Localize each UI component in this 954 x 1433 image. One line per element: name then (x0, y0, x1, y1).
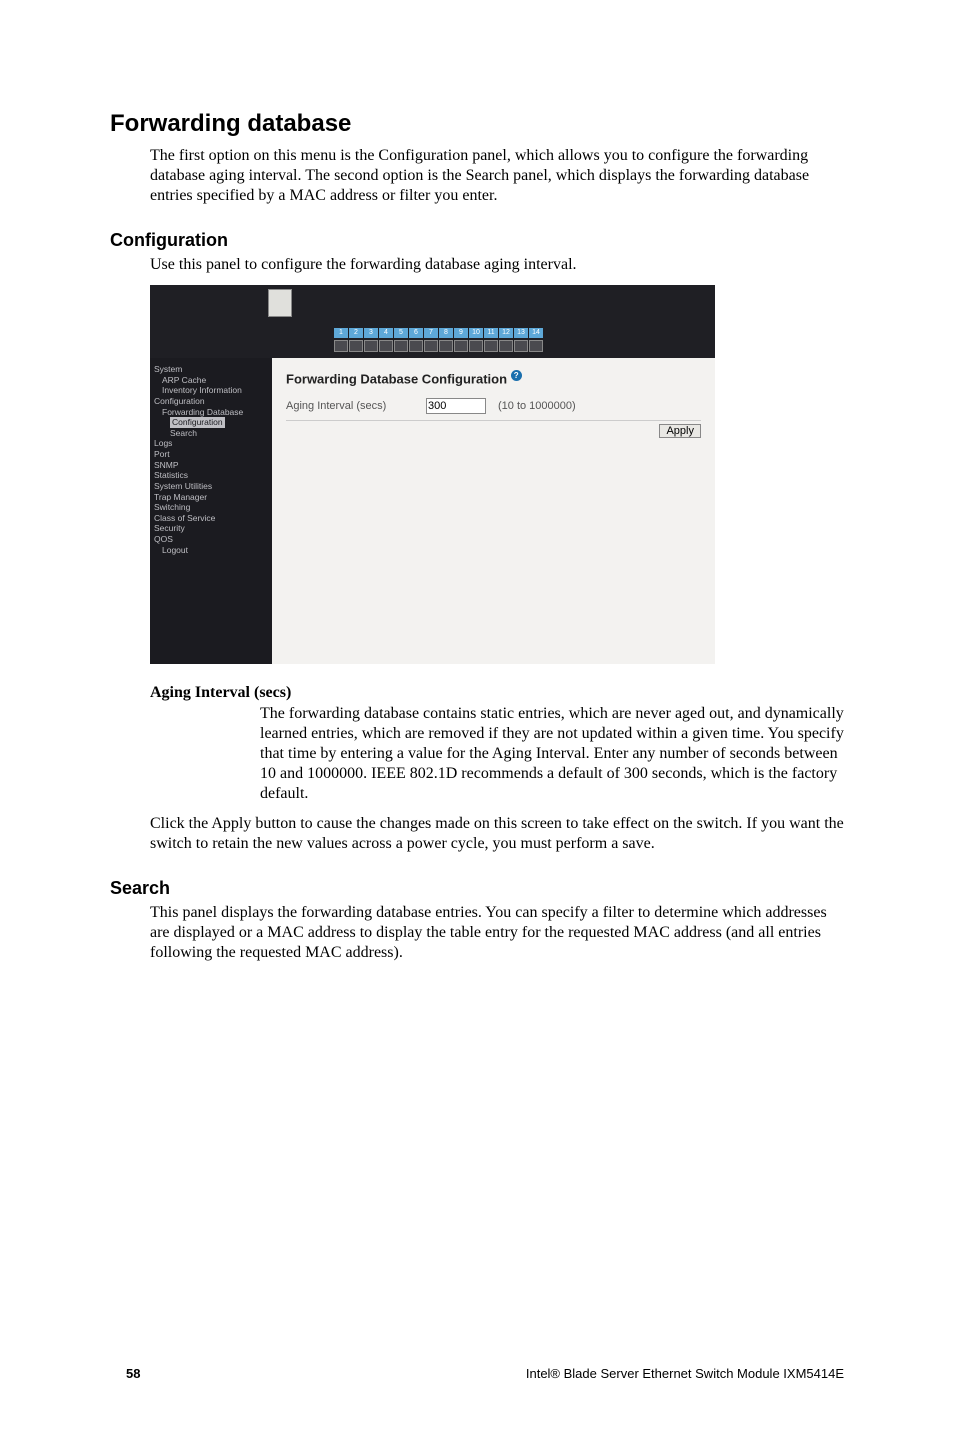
help-icon[interactable]: ? (511, 370, 522, 381)
nav-item[interactable]: Forwarding Database (154, 407, 268, 418)
aging-interval-input[interactable] (426, 398, 486, 414)
nav-item[interactable]: SNMP (154, 460, 268, 471)
nav-item[interactable]: Security (154, 523, 268, 534)
footer-doc-title: Intel® Blade Server Ethernet Switch Modu… (526, 1366, 844, 1381)
port-box (499, 340, 513, 352)
port-num: 9 (454, 328, 468, 338)
heading-configuration: Configuration (110, 230, 844, 251)
main-panel: Forwarding Database Configuration ? Agin… (272, 358, 715, 664)
port-box (349, 340, 363, 352)
port-num: 11 (484, 328, 498, 338)
port-num: 7 (424, 328, 438, 338)
aging-interval-definition: The forwarding database contains static … (260, 704, 844, 804)
port-box (484, 340, 498, 352)
port-box (379, 340, 393, 352)
nav-item[interactable]: Configuration (170, 417, 225, 428)
port-box (364, 340, 378, 352)
port-box (424, 340, 438, 352)
nav-item[interactable]: QOS (154, 534, 268, 545)
nav-item[interactable]: Inventory Information (154, 385, 268, 396)
nav-item[interactable]: System Utilities (154, 481, 268, 492)
port-num: 13 (514, 328, 528, 338)
nav-item[interactable]: ARP Cache (154, 375, 268, 386)
device-logo-icon (268, 289, 292, 317)
panel-title: Forwarding Database Configuration ? (286, 370, 701, 386)
port-box (394, 340, 408, 352)
port-num: 2 (349, 328, 363, 338)
aging-interval-term: Aging Interval (secs) (150, 684, 844, 702)
nav-item[interactable]: Switching (154, 502, 268, 513)
port-num: 12 (499, 328, 513, 338)
search-paragraph: This panel displays the forwarding datab… (150, 903, 844, 963)
port-number-strip: 1234567891011121314 (334, 328, 543, 338)
heading-forwarding-database: Forwarding database (110, 110, 844, 138)
nav-item[interactable]: Search (154, 428, 268, 439)
port-num: 3 (364, 328, 378, 338)
heading-search: Search (110, 878, 844, 899)
port-box (454, 340, 468, 352)
port-box (334, 340, 348, 352)
nav-item[interactable]: Configuration (154, 396, 268, 407)
intro-paragraph: The first option on this menu is the Con… (150, 146, 844, 206)
nav-item[interactable]: Logout (154, 545, 268, 556)
port-num: 6 (409, 328, 423, 338)
port-num: 10 (469, 328, 483, 338)
panel-title-text: Forwarding Database Configuration (286, 371, 507, 386)
port-num: 4 (379, 328, 393, 338)
embedded-screenshot: 1234567891011121314 SystemARP CacheInven… (150, 285, 844, 664)
configuration-paragraph: Use this panel to configure the forwardi… (150, 255, 844, 275)
nav-item[interactable]: Trap Manager (154, 492, 268, 503)
port-num: 8 (439, 328, 453, 338)
aging-interval-hint: (10 to 1000000) (498, 400, 576, 412)
port-box (439, 340, 453, 352)
port-box (409, 340, 423, 352)
port-num: 14 (529, 328, 543, 338)
port-box-strip (334, 340, 543, 352)
apply-button[interactable]: Apply (659, 424, 701, 438)
apply-note: Click the Apply button to cause the chan… (150, 814, 844, 854)
port-box (514, 340, 528, 352)
port-num: 1 (334, 328, 348, 338)
screenshot-header: 1234567891011121314 (150, 285, 715, 358)
page-number: 58 (126, 1366, 140, 1381)
nav-item[interactable]: Class of Service (154, 513, 268, 524)
nav-item[interactable]: Port (154, 449, 268, 460)
nav-item[interactable]: System (154, 364, 268, 375)
port-num: 5 (394, 328, 408, 338)
port-box (469, 340, 483, 352)
aging-interval-label: Aging Interval (secs) (286, 400, 426, 412)
nav-tree: SystemARP CacheInventory InformationConf… (150, 358, 272, 664)
nav-item[interactable]: Logs (154, 438, 268, 449)
port-box (529, 340, 543, 352)
nav-item[interactable]: Statistics (154, 470, 268, 481)
